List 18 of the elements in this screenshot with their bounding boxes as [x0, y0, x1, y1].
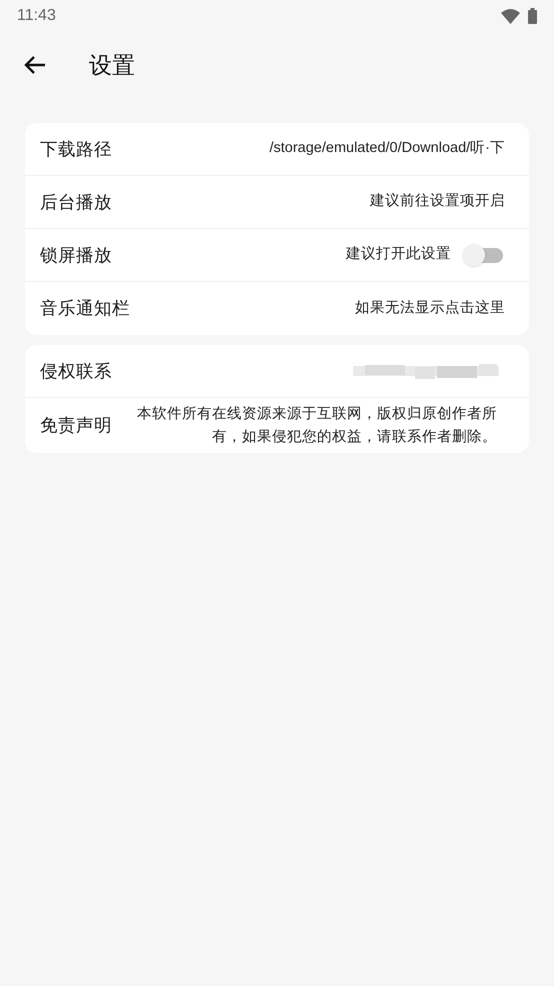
setting-label: 下载路径 — [40, 138, 112, 161]
toggle-switch[interactable] — [463, 243, 505, 267]
setting-label: 侵权联系 — [40, 360, 112, 383]
setting-label: 音乐通知栏 — [40, 297, 130, 320]
setting-value: 建议前往设置项开启 — [370, 192, 505, 212]
wifi-icon — [501, 8, 520, 24]
setting-label: 后台播放 — [40, 190, 112, 214]
setting-value: 建议打开此设置 — [346, 244, 451, 264]
battery-icon — [528, 8, 537, 24]
back-arrow-icon — [24, 55, 46, 75]
setting-label: 免责声明 — [40, 414, 112, 438]
page-title: 设置 — [89, 50, 135, 80]
status-time: 11:43 — [17, 6, 56, 26]
blurred-contact-icon — [353, 362, 499, 380]
setting-value: 如果无法显示点击这里 — [355, 298, 505, 318]
disclaimer-text: 本软件所有在线资源来源于互联网，版权归原创作者所有，如果侵犯您的权益，请联系作者删除。 — [136, 404, 497, 446]
setting-value: /storage/emulated/0/Download/听·下 — [269, 139, 505, 158]
setting-label: 锁屏播放 — [40, 244, 112, 267]
